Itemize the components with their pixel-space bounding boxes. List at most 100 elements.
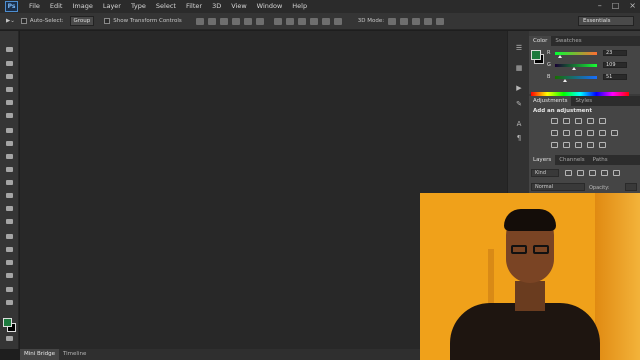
red-channel-value[interactable]: 23 bbox=[603, 50, 627, 56]
menu-edit[interactable]: Edit bbox=[45, 0, 68, 13]
filter-shape-icon[interactable] bbox=[601, 170, 608, 176]
zoom-tool-icon[interactable] bbox=[4, 298, 15, 307]
distribute-bottom-icon[interactable] bbox=[297, 17, 306, 25]
gradient-map-icon[interactable] bbox=[587, 142, 594, 148]
auto-select-checkbox[interactable] bbox=[20, 18, 27, 24]
selective-color-icon[interactable] bbox=[599, 142, 606, 148]
menu-view[interactable]: View bbox=[226, 0, 251, 13]
move-tool-icon[interactable] bbox=[4, 45, 15, 54]
levels-icon[interactable] bbox=[563, 118, 570, 124]
threshold-icon[interactable] bbox=[575, 142, 582, 148]
move-tool-preset-icon[interactable]: ▶⌄ bbox=[6, 18, 15, 24]
menu-type[interactable]: Type bbox=[126, 0, 151, 13]
3d-scale-icon[interactable] bbox=[436, 17, 445, 25]
dodge-tool-icon[interactable] bbox=[4, 217, 15, 226]
menu-help[interactable]: Help bbox=[287, 0, 312, 13]
blue-channel-value[interactable]: 51 bbox=[603, 74, 627, 80]
tab-adjustments[interactable]: Adjustments bbox=[529, 96, 572, 106]
menu-window[interactable]: Window bbox=[252, 0, 288, 13]
gradient-tool-icon[interactable] bbox=[4, 191, 15, 200]
tab-paths[interactable]: Paths bbox=[589, 155, 612, 165]
color-lookup-icon[interactable] bbox=[611, 130, 618, 136]
blur-tool-icon[interactable] bbox=[4, 204, 15, 213]
crop-tool-icon[interactable] bbox=[4, 98, 15, 107]
paragraph-panel-icon[interactable]: ¶ bbox=[514, 133, 524, 142]
distribute-vcenter-icon[interactable] bbox=[285, 17, 294, 25]
filter-type-icon[interactable] bbox=[589, 170, 596, 176]
type-tool-icon[interactable] bbox=[4, 245, 15, 254]
menu-select[interactable]: Select bbox=[151, 0, 181, 13]
healing-brush-icon[interactable] bbox=[4, 126, 15, 135]
curves-icon[interactable] bbox=[575, 118, 582, 124]
pen-tool-icon[interactable] bbox=[4, 232, 15, 241]
character-panel-icon[interactable]: A bbox=[514, 119, 524, 128]
auto-select-option[interactable]: Auto-Select: bbox=[20, 18, 64, 24]
tab-mini-bridge[interactable]: Mini Bridge bbox=[20, 349, 59, 360]
distribute-hcenter-icon[interactable] bbox=[321, 17, 330, 25]
actions-panel-icon[interactable]: ▶ bbox=[514, 83, 524, 92]
3d-pan-icon[interactable] bbox=[412, 17, 421, 25]
hue-saturation-icon[interactable] bbox=[551, 130, 558, 136]
align-vcenter-icon[interactable] bbox=[207, 17, 216, 25]
filter-adjustment-icon[interactable] bbox=[577, 170, 584, 176]
menu-file[interactable]: File bbox=[24, 0, 45, 13]
vibrance-icon[interactable] bbox=[599, 118, 606, 124]
show-transform-checkbox[interactable] bbox=[104, 18, 111, 24]
minimize-icon[interactable]: – bbox=[598, 1, 602, 10]
path-select-icon[interactable] bbox=[4, 258, 15, 267]
foreground-color-swatch[interactable] bbox=[3, 318, 12, 327]
tab-swatches[interactable]: Swatches bbox=[551, 36, 585, 46]
red-slider-thumb[interactable] bbox=[558, 54, 562, 58]
tab-layers[interactable]: Layers bbox=[529, 155, 556, 165]
opacity-field[interactable] bbox=[625, 183, 637, 191]
blend-mode-dropdown[interactable]: Normal bbox=[531, 183, 585, 191]
filter-smart-object-icon[interactable] bbox=[613, 170, 620, 176]
distribute-top-icon[interactable] bbox=[273, 17, 282, 25]
close-icon[interactable]: × bbox=[629, 1, 636, 10]
align-right-icon[interactable] bbox=[255, 17, 264, 25]
black-white-icon[interactable] bbox=[575, 130, 582, 136]
channel-mixer-icon[interactable] bbox=[599, 130, 606, 136]
blue-slider-thumb[interactable] bbox=[563, 78, 567, 82]
exposure-icon[interactable] bbox=[587, 118, 594, 124]
align-bottom-icon[interactable] bbox=[219, 17, 228, 25]
clone-stamp-icon[interactable] bbox=[4, 152, 15, 161]
green-channel-slider[interactable] bbox=[555, 63, 597, 70]
3d-roll-icon[interactable] bbox=[400, 17, 409, 25]
align-top-icon[interactable] bbox=[195, 17, 204, 25]
align-left-icon[interactable] bbox=[231, 17, 240, 25]
3d-slide-icon[interactable] bbox=[424, 17, 433, 25]
history-brush-icon[interactable] bbox=[4, 165, 15, 174]
brush-panel-icon[interactable]: ✎ bbox=[514, 99, 524, 108]
3d-rotate-icon[interactable] bbox=[388, 17, 397, 25]
green-slider-thumb[interactable] bbox=[572, 66, 576, 70]
red-channel-slider[interactable] bbox=[555, 51, 597, 58]
posterize-icon[interactable] bbox=[563, 142, 570, 148]
distribute-right-icon[interactable] bbox=[333, 17, 342, 25]
photo-filter-icon[interactable] bbox=[587, 130, 594, 136]
tab-styles[interactable]: Styles bbox=[571, 96, 596, 106]
tab-channels[interactable]: Channels bbox=[555, 155, 588, 165]
maximize-icon[interactable]: □ bbox=[612, 1, 620, 10]
marquee-tool-icon[interactable] bbox=[4, 59, 15, 68]
color-balance-icon[interactable] bbox=[563, 130, 570, 136]
quick-select-tool-icon[interactable] bbox=[4, 85, 15, 94]
color-panel-foreground-swatch[interactable] bbox=[531, 50, 541, 60]
filter-pixel-icon[interactable] bbox=[565, 170, 572, 176]
align-hcenter-icon[interactable] bbox=[243, 17, 252, 25]
menu-filter[interactable]: Filter bbox=[181, 0, 207, 13]
menu-3d[interactable]: 3D bbox=[207, 0, 226, 13]
brightness-contrast-icon[interactable] bbox=[551, 118, 558, 124]
brush-tool-icon[interactable] bbox=[4, 139, 15, 148]
eraser-tool-icon[interactable] bbox=[4, 178, 15, 187]
green-channel-value[interactable]: 109 bbox=[603, 62, 627, 68]
distribute-left-icon[interactable] bbox=[309, 17, 318, 25]
rectangle-tool-icon[interactable] bbox=[4, 271, 15, 280]
tab-timeline[interactable]: Timeline bbox=[59, 349, 90, 360]
hand-tool-icon[interactable] bbox=[4, 285, 15, 294]
lasso-tool-icon[interactable] bbox=[4, 72, 15, 81]
quick-mask-icon[interactable] bbox=[4, 334, 15, 343]
invert-icon[interactable] bbox=[551, 142, 558, 148]
layer-filter-kind-dropdown[interactable]: Kind bbox=[531, 169, 559, 177]
history-panel-icon[interactable]: ☰ bbox=[514, 43, 524, 52]
